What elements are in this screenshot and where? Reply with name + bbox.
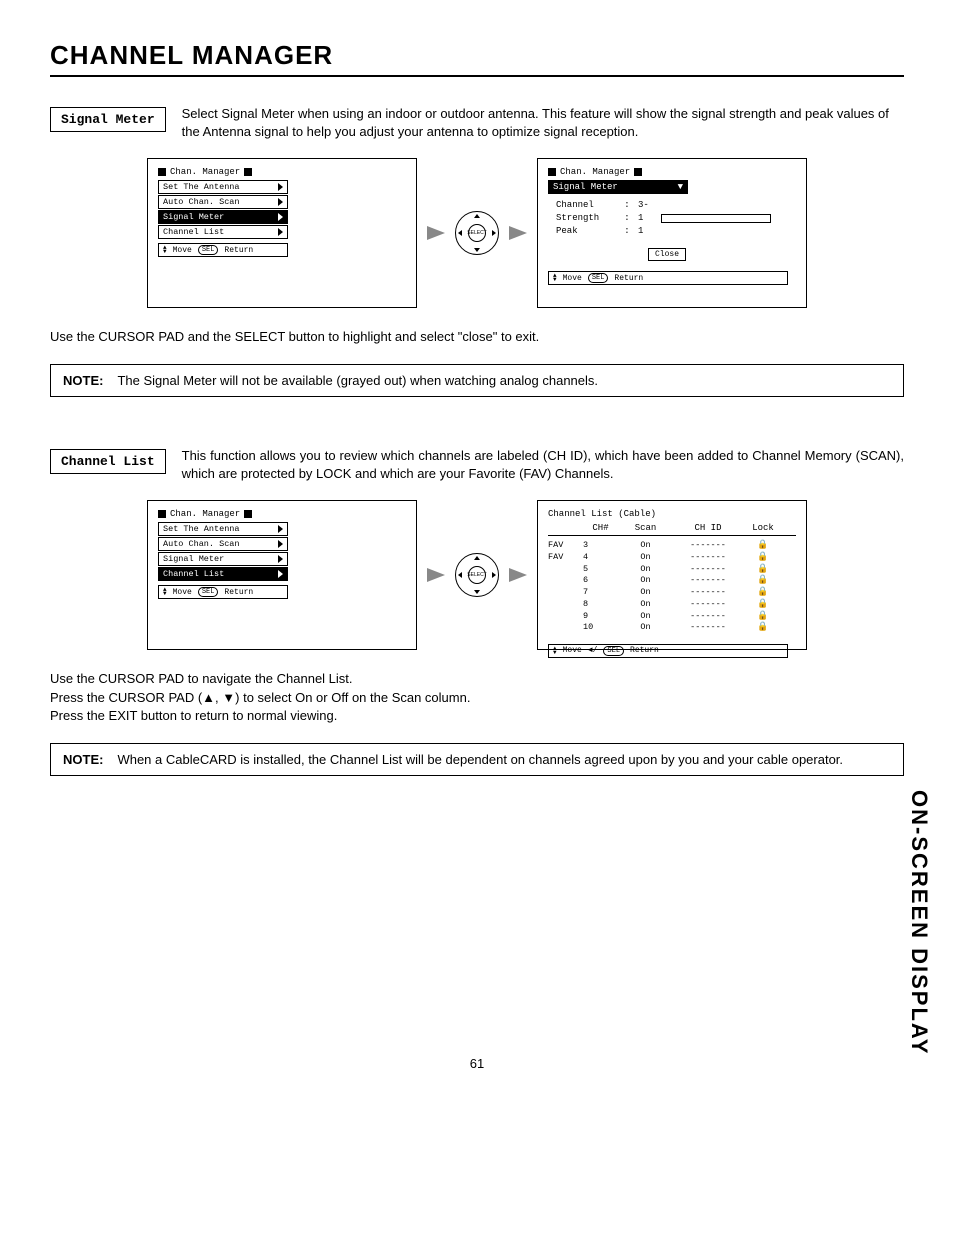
channel-value: 3- (638, 200, 649, 210)
screen-title: Channel List (Cable) (548, 509, 656, 519)
lock-icon: 🔒 (743, 575, 783, 587)
menu-screen: Chan. Manager Set The AntennaAuto Chan. … (147, 158, 417, 308)
table-row: 9On-------🔒 (548, 611, 796, 623)
lock-icon: 🔒 (743, 540, 783, 552)
channel-list-label: Channel List (50, 449, 166, 474)
peak-value: 1 (638, 226, 643, 236)
menu-item[interactable]: Set The Antenna (158, 180, 288, 194)
table-row: 6On-------🔒 (548, 575, 796, 587)
instruction-block: Use the CURSOR PAD to navigate the Chann… (50, 670, 904, 725)
menu-footer: Move SELReturn (158, 585, 288, 599)
page-title: CHANNEL MANAGER (50, 40, 904, 77)
lock-icon: 🔒 (743, 552, 783, 564)
signal-meter-screen: Chan. Manager Signal Meter▼ Channel:3- S… (537, 158, 807, 308)
table-row: 5On-------🔒 (548, 564, 796, 576)
strength-bar (661, 214, 771, 223)
strength-value: 1 (638, 213, 643, 223)
dpad-icon: SELECT (455, 211, 499, 255)
close-button[interactable]: Close (648, 248, 686, 261)
channel-list-screen: Channel List (Cable) CH# Scan CH ID Lock… (537, 500, 807, 650)
note-label: NOTE: (63, 752, 103, 767)
menu-item[interactable]: Channel List (158, 567, 288, 581)
lock-icon: 🔒 (743, 599, 783, 611)
arrow-icon (427, 568, 445, 582)
instruction-text: Use the CURSOR PAD and the SELECT button… (50, 328, 904, 346)
menu-title: Chan. Manager (170, 509, 240, 519)
signal-meter-label: Signal Meter (50, 107, 166, 132)
menu-item[interactable]: Set The Antenna (158, 522, 288, 536)
lock-icon: 🔒 (743, 611, 783, 623)
side-label: ON-SCREEN DISPLAY (906, 790, 932, 1055)
arrow-icon (427, 226, 445, 240)
screen-footer: Move SELReturn (548, 271, 788, 285)
menu-footer: Move SELReturn (158, 243, 288, 257)
screen-footer: Move ◄/SELReturn (548, 644, 788, 658)
signal-meter-flow: Chan. Manager Set The AntennaAuto Chan. … (50, 158, 904, 308)
menu-item[interactable]: Auto Chan. Scan (158, 195, 288, 209)
table-row: FAV4On-------🔒 (548, 552, 796, 564)
menu-item[interactable]: Signal Meter (158, 210, 288, 224)
lock-icon: 🔒 (743, 564, 783, 576)
note-text: When a CableCARD is installed, the Chann… (117, 752, 891, 767)
menu-title: Chan. Manager (170, 167, 240, 177)
note-label: NOTE: (63, 373, 103, 388)
menu-item[interactable]: Channel List (158, 225, 288, 239)
channel-list-flow: Chan. Manager Set The AntennaAuto Chan. … (50, 500, 904, 650)
arrow-icon (509, 226, 527, 240)
menu-item[interactable]: Signal Meter (158, 552, 288, 566)
table-row: FAV3On-------🔒 (548, 540, 796, 552)
note-text: The Signal Meter will not be available (… (117, 373, 891, 388)
lock-icon: 🔒 (743, 587, 783, 599)
table-row: 8On-------🔒 (548, 599, 796, 611)
note-box: NOTE: The Signal Meter will not be avail… (50, 364, 904, 397)
screen-title: Chan. Manager (560, 167, 630, 177)
signal-meter-desc: Select Signal Meter when using an indoor… (182, 105, 904, 140)
submenu-label: Signal Meter (553, 182, 618, 192)
table-row: 10On-------🔒 (548, 622, 796, 634)
menu-screen: Chan. Manager Set The AntennaAuto Chan. … (147, 500, 417, 650)
channel-list-desc: This function allows you to review which… (182, 447, 904, 482)
table-header: CH# Scan CH ID Lock (548, 523, 796, 536)
page-number: 61 (50, 1056, 904, 1071)
lock-icon: 🔒 (743, 622, 783, 634)
dpad-icon: SELECT (455, 553, 499, 597)
arrow-icon (509, 568, 527, 582)
menu-item[interactable]: Auto Chan. Scan (158, 537, 288, 551)
note-box: NOTE: When a CableCARD is installed, the… (50, 743, 904, 776)
table-row: 7On-------🔒 (548, 587, 796, 599)
